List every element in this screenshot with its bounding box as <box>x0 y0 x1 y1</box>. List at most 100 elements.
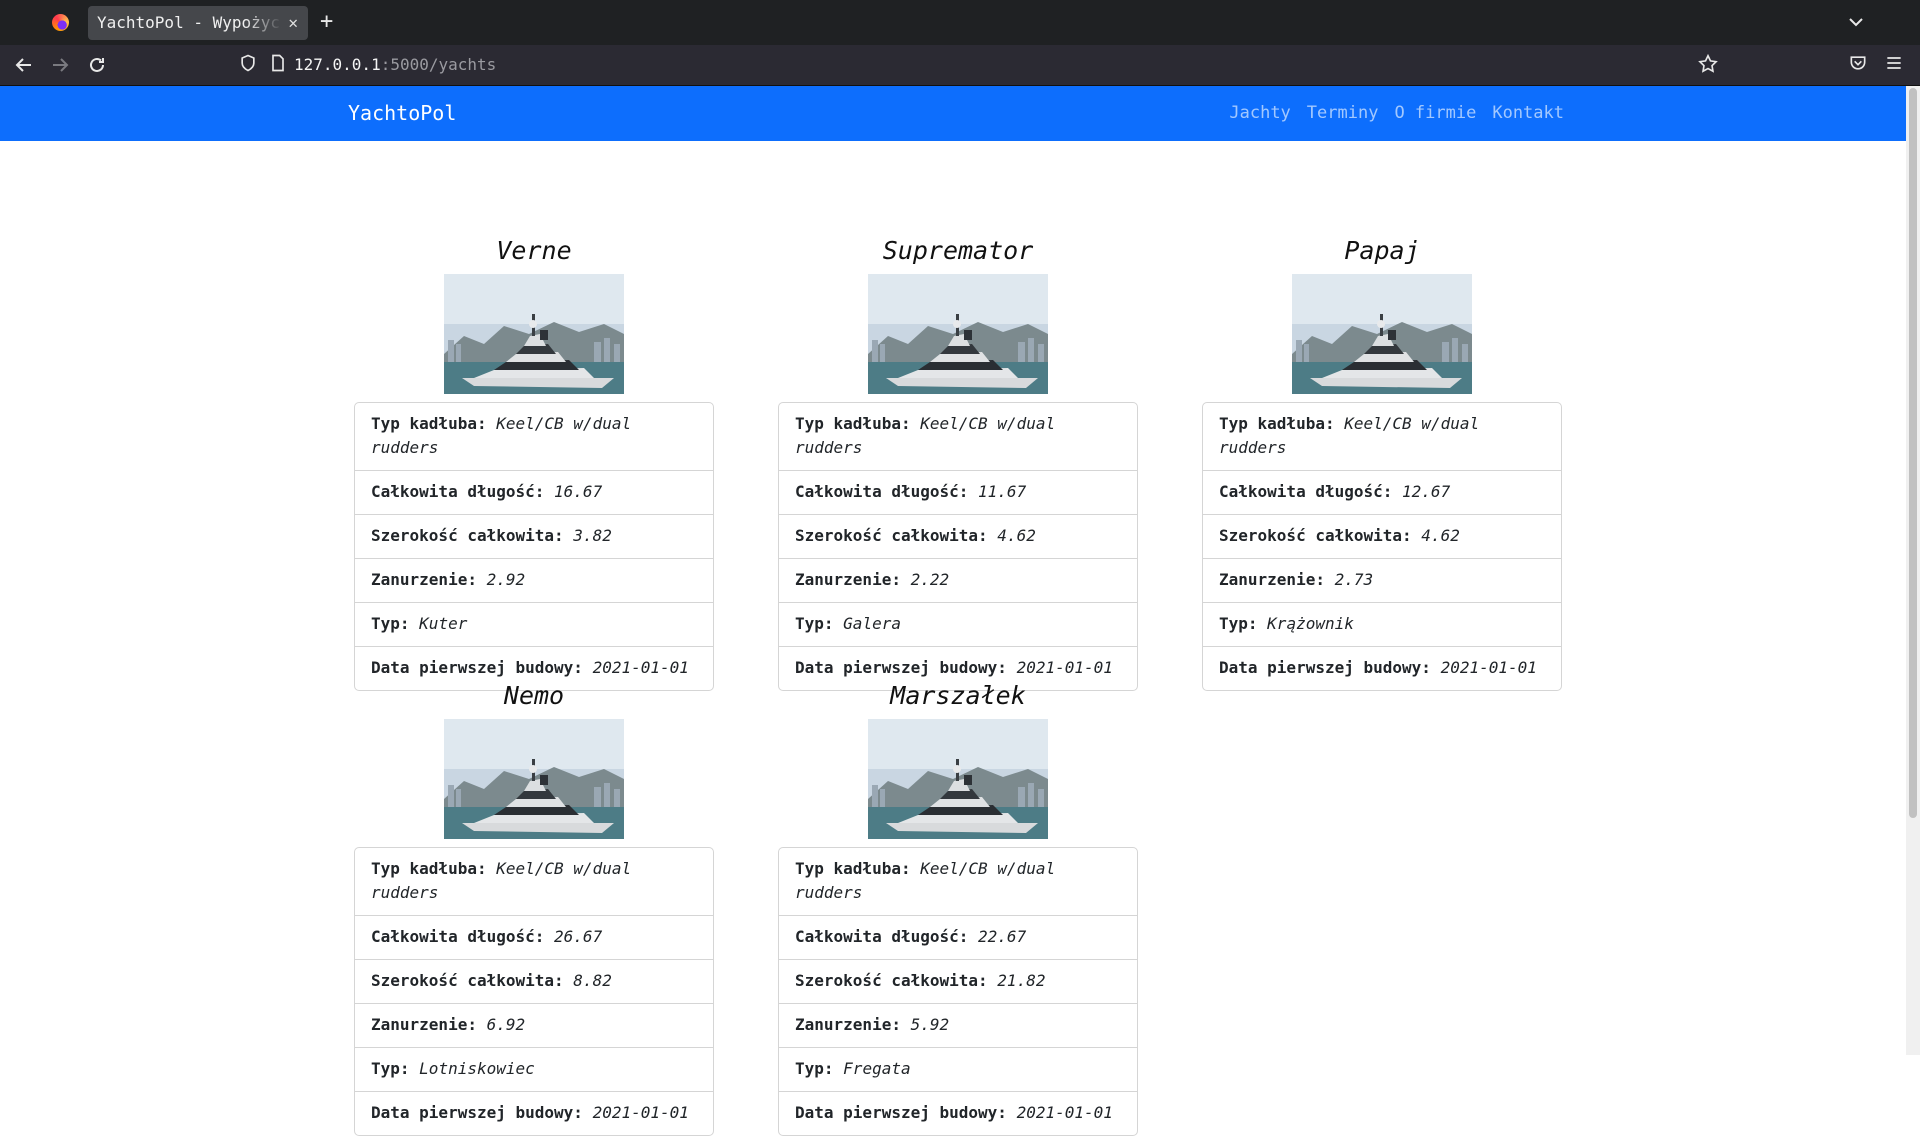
spec-value: 8.82 <box>573 971 612 990</box>
spec-label: Typ: <box>1219 614 1258 633</box>
spec-label: Całkowita długość: <box>795 482 969 501</box>
yacht-image <box>1292 274 1472 394</box>
spec-row-length: Całkowita długość: 11.67 <box>779 470 1137 514</box>
yacht-card: Marszałek Typ kadłuba: Keel/CB w/dual ru… <box>778 679 1138 1136</box>
spec-row-type: Typ: Fregata <box>779 1047 1137 1091</box>
bookmark-star-icon[interactable] <box>1696 53 1720 77</box>
forward-icon[interactable] <box>48 53 72 77</box>
spec-label: Data pierwszej budowy: <box>1219 658 1431 677</box>
spec-label: Szerokość całkowita: <box>1219 526 1412 545</box>
url-path: :5000/yachts <box>380 55 497 74</box>
spec-row-built: Data pierwszej budowy: 2021-01-01 <box>779 1091 1137 1135</box>
browser-tab-bar: YachtoPol - Wypożyczalnia ✕ + <box>0 0 1920 45</box>
yacht-card: Verne Typ kadłuba: Keel/CB w/dual rudder… <box>354 234 714 691</box>
spec-value: 2.73 <box>1334 570 1374 589</box>
spec-value: 16.67 <box>554 482 603 501</box>
spec-value: 2021-01-01 <box>1440 658 1537 677</box>
nav-link-kontakt[interactable]: Kontakt <box>1492 86 1564 141</box>
yacht-image <box>868 274 1048 394</box>
spec-label: Data pierwszej budowy: <box>795 1103 1007 1122</box>
spec-value: 11.67 <box>978 482 1027 501</box>
spec-value: 2021-01-01 <box>1016 1103 1113 1122</box>
page-info-icon[interactable] <box>266 53 290 77</box>
spec-label: Typ kadłuba: <box>1219 414 1335 433</box>
url-text[interactable]: 127.0.0.1:5000/yachts <box>294 49 496 81</box>
yacht-specs-list: Typ kadłuba: Keel/CB w/dual rudders Całko… <box>354 402 714 691</box>
spec-label: Typ: <box>371 1059 410 1078</box>
spec-row-beam: Szerokość całkowita: 8.82 <box>355 959 713 1003</box>
spec-row-draft: Zanurzenie: 6.92 <box>355 1003 713 1047</box>
yacht-specs-list: Typ kadłuba: Keel/CB w/dual rudders Całko… <box>778 402 1138 691</box>
spec-label: Całkowita długość: <box>1219 482 1393 501</box>
spec-row-beam: Szerokość całkowita: 3.82 <box>355 514 713 558</box>
pocket-icon[interactable] <box>1846 53 1870 77</box>
spec-label: Data pierwszej budowy: <box>795 658 1007 677</box>
spec-row-type: Typ: Kuter <box>355 602 713 646</box>
brand-logo[interactable]: YachtoPol <box>348 86 456 141</box>
shield-icon[interactable] <box>236 53 260 77</box>
spec-value: Galera <box>843 614 901 633</box>
nav-link-jachty[interactable]: Jachty <box>1229 86 1290 141</box>
menu-icon[interactable] <box>1882 53 1906 77</box>
spec-row-hull: Typ kadłuba: Keel/CB w/dual rudders <box>779 848 1137 915</box>
spec-label: Data pierwszej budowy: <box>371 1103 583 1122</box>
spec-value: 2.92 <box>486 570 526 589</box>
close-tab-icon[interactable]: ✕ <box>288 6 298 40</box>
spec-value: Kuter <box>419 614 468 633</box>
spec-row-beam: Szerokość całkowita: 4.62 <box>1203 514 1561 558</box>
spec-row-length: Całkowita długość: 22.67 <box>779 915 1137 959</box>
spec-row-draft: Zanurzenie: 2.22 <box>779 558 1137 602</box>
scrollbar[interactable] <box>1906 86 1920 1055</box>
chevron-down-icon[interactable] <box>1844 10 1868 34</box>
spec-row-draft: Zanurzenie: 2.92 <box>355 558 713 602</box>
spec-value: 5.92 <box>910 1015 950 1034</box>
spec-value: 2021-01-01 <box>592 1103 689 1122</box>
yacht-card: Supremator Typ kadłuba: Keel/CB w/dual r… <box>778 234 1138 691</box>
spec-label: Zanurzenie: <box>371 1015 477 1034</box>
reload-icon[interactable] <box>85 53 109 77</box>
spec-row-length: Całkowita długość: 16.67 <box>355 470 713 514</box>
spec-label: Całkowita długość: <box>371 482 545 501</box>
spec-row-beam: Szerokość całkowita: 21.82 <box>779 959 1137 1003</box>
spec-label: Typ kadłuba: <box>795 859 911 878</box>
spec-row-length: Całkowita długość: 26.67 <box>355 915 713 959</box>
spec-label: Typ kadłuba: <box>371 414 487 433</box>
address-bar[interactable]: 127.0.0.1:5000/yachts <box>228 49 1708 81</box>
back-icon[interactable] <box>12 53 36 77</box>
spec-label: Typ kadłuba: <box>371 859 487 878</box>
spec-row-beam: Szerokość całkowita: 4.62 <box>779 514 1137 558</box>
yacht-card: Nemo Typ kadłuba: Keel/CB w/dual rudders… <box>354 679 714 1136</box>
spec-value: 12.67 <box>1402 482 1451 501</box>
spec-row-hull: Typ kadłuba: Keel/CB w/dual rudders <box>1203 403 1561 470</box>
spec-row-type: Typ: Lotniskowiec <box>355 1047 713 1091</box>
yacht-specs-list: Typ kadłuba: Keel/CB w/dual rudders Całko… <box>354 847 714 1136</box>
spec-row-draft: Zanurzenie: 5.92 <box>779 1003 1137 1047</box>
yacht-card: Papaj Typ kadłuba: Keel/CB w/dual rudder… <box>1202 234 1562 691</box>
spec-label: Zanurzenie: <box>371 570 477 589</box>
spec-row-type: Typ: Galera <box>779 602 1137 646</box>
yacht-image <box>868 719 1048 839</box>
browser-tab[interactable]: YachtoPol - Wypożyczalnia ✕ <box>88 6 308 40</box>
yacht-specs-list: Typ kadłuba: Keel/CB w/dual rudders Całko… <box>778 847 1138 1136</box>
spec-row-type: Typ: Krążownik <box>1203 602 1561 646</box>
nav-link-terminy[interactable]: Terminy <box>1307 86 1379 141</box>
spec-value: 6.92 <box>486 1015 526 1034</box>
spec-label: Typ: <box>795 614 834 633</box>
yacht-specs-list: Typ kadłuba: Keel/CB w/dual rudders Całko… <box>1202 402 1562 691</box>
yacht-name: Verne <box>496 236 572 265</box>
spec-value: 2021-01-01 <box>1016 658 1113 677</box>
spec-row-built: Data pierwszej budowy: 2021-01-01 <box>1203 646 1561 690</box>
spec-value: 2021-01-01 <box>592 658 689 677</box>
scrollbar-thumb[interactable] <box>1909 88 1917 818</box>
spec-value: 22.67 <box>978 927 1027 946</box>
spec-label: Typ kadłuba: <box>795 414 911 433</box>
spec-label: Całkowita długość: <box>371 927 545 946</box>
tab-title: YachtoPol - Wypożyczalnia <box>97 13 282 32</box>
nav-link-o-firmie[interactable]: O firmie <box>1394 86 1476 141</box>
spec-value: Lotniskowiec <box>419 1059 535 1078</box>
spec-row-draft: Zanurzenie: 2.73 <box>1203 558 1561 602</box>
spec-value: 4.62 <box>997 526 1036 545</box>
url-host: 127.0.0.1 <box>294 55 381 74</box>
new-tab-icon[interactable]: + <box>320 8 333 36</box>
yacht-image <box>444 274 624 394</box>
